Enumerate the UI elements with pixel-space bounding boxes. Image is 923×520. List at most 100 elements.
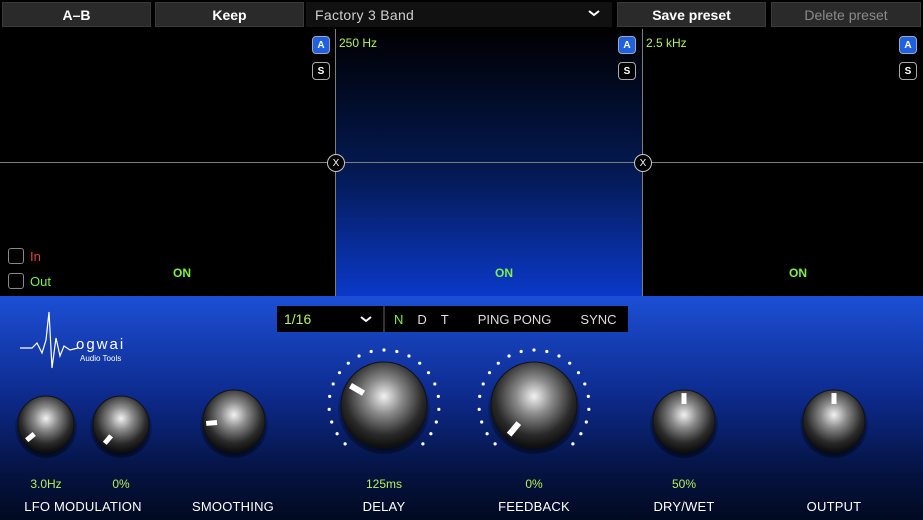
toolbar: A–B Keep Factory 3 Band Save preset Dele… <box>0 0 923 29</box>
knob-icon <box>340 361 428 449</box>
scale-dot <box>481 382 485 386</box>
scale-dot <box>382 348 386 352</box>
scale-dot <box>587 407 591 411</box>
scale-dot <box>557 354 561 358</box>
scale-dot <box>519 349 523 354</box>
band-high-solo-button[interactable]: S <box>899 62 917 80</box>
remove-crossover-low-button[interactable]: X <box>327 154 345 172</box>
scale-dot <box>426 371 431 375</box>
knob-icon <box>490 361 578 449</box>
scale-dot <box>584 420 588 424</box>
scale-dot <box>480 420 484 424</box>
band-low-state[interactable]: ON <box>173 266 191 280</box>
scale-dot <box>330 420 334 424</box>
crossover-high-freq: 2.5 kHz <box>646 36 687 50</box>
scale-dot <box>327 407 331 411</box>
logo-name: ogwai <box>76 336 126 353</box>
delete-preset-button[interactable]: Delete preset <box>771 2 921 27</box>
preset-name: Factory 3 Band <box>315 6 415 23</box>
scale-dot <box>532 348 536 352</box>
scale-dot <box>421 442 425 446</box>
delay-value: 125ms <box>365 477 403 491</box>
scale-dot <box>335 432 339 436</box>
delay-label: DELAY <box>362 499 406 514</box>
scale-dot <box>545 349 549 354</box>
delay-division-value: 1/16 <box>284 311 312 327</box>
ab-compare-button[interactable]: A–B <box>2 2 151 27</box>
mode-triplet-button[interactable]: T <box>434 306 456 332</box>
knob-pointer <box>205 419 218 426</box>
dry-wet-knob[interactable] <box>647 384 721 458</box>
scale-dot <box>343 442 347 446</box>
feedback-knob[interactable] <box>471 342 597 468</box>
band-mid-state[interactable]: ON <box>495 266 513 280</box>
smoothing-label: SMOOTHING <box>192 499 274 514</box>
monitor-in-checkbox[interactable] <box>8 248 24 264</box>
lfo-modulation-label: LFO MODULATION <box>24 499 142 514</box>
dry-wet-value: 50% <box>671 477 697 491</box>
scale-dot <box>418 361 422 365</box>
sync-button[interactable]: SYNC <box>565 306 627 332</box>
scale-dot <box>437 407 441 411</box>
band-low-solo-button[interactable]: S <box>312 62 330 80</box>
scale-dot <box>586 394 590 398</box>
scale-dot <box>507 354 511 358</box>
chevron-down-icon <box>586 5 602 24</box>
monitor-out-checkbox[interactable] <box>8 273 24 289</box>
knob-icon <box>17 395 75 453</box>
band-high-audition-button[interactable]: A <box>899 36 917 54</box>
scale-dot <box>395 349 399 354</box>
keep-button[interactable]: Keep <box>155 2 304 27</box>
scale-dot <box>477 407 481 411</box>
scale-dot <box>576 371 581 375</box>
scale-dot <box>331 382 335 386</box>
scale-dot <box>434 420 438 424</box>
band-mid-audition-button[interactable]: A <box>618 36 636 54</box>
scale-dot <box>485 432 489 436</box>
scale-dot <box>433 382 437 386</box>
remove-crossover-high-button[interactable]: X <box>634 154 652 172</box>
mode-dotted-button[interactable]: D <box>410 306 433 332</box>
lfo-depth-value: 0% <box>112 477 130 491</box>
scale-dot <box>357 354 361 358</box>
band-low-audition-button[interactable]: A <box>312 36 330 54</box>
scale-dot <box>328 394 332 398</box>
chevron-down-icon <box>358 311 374 330</box>
logo-tagline: Audio Tools <box>80 354 122 363</box>
output-label: OUTPUT <box>806 499 862 514</box>
logo: ogwai Audio Tools <box>20 310 150 387</box>
scale-dot <box>429 432 433 436</box>
feedback-label: FEEDBACK <box>498 499 570 514</box>
ping-pong-button[interactable]: PING PONG <box>456 306 566 332</box>
scale-dot <box>579 432 583 436</box>
scale-dot <box>436 394 440 398</box>
mode-normal-button[interactable]: N <box>385 306 410 332</box>
delay-settings-bar: 1/16 N D T PING PONG SYNC <box>277 306 628 332</box>
scale-dot <box>568 361 572 365</box>
dry-wet-label: DRY/WET <box>653 499 715 514</box>
scale-dot <box>337 371 342 375</box>
smoothing-knob[interactable] <box>197 384 271 458</box>
scale-dot <box>407 354 411 358</box>
delay-division-dropdown[interactable]: 1/16 <box>277 306 385 332</box>
monitor-out-label: Out <box>30 274 51 289</box>
delay-knob[interactable] <box>321 342 447 468</box>
knob-icon <box>92 395 150 453</box>
scale-dot <box>346 361 350 365</box>
scale-dot <box>478 394 482 398</box>
band-high-state[interactable]: ON <box>789 266 807 280</box>
preset-dropdown[interactable]: Factory 3 Band <box>306 2 612 27</box>
scale-dot <box>493 442 497 446</box>
lfo-depth-knob[interactable] <box>87 390 155 458</box>
scale-dot <box>496 361 500 365</box>
monitor-in-label: In <box>30 249 41 264</box>
scale-dot <box>369 349 373 354</box>
scale-dot <box>571 442 575 446</box>
output-knob[interactable] <box>797 384 871 458</box>
scale-dot <box>487 371 492 375</box>
feedback-value: 0% <box>525 477 543 491</box>
band-mid-solo-button[interactable]: S <box>618 62 636 80</box>
lfo-rate-knob[interactable] <box>12 390 80 458</box>
save-preset-button[interactable]: Save preset <box>617 2 766 27</box>
scale-dot <box>583 382 587 386</box>
